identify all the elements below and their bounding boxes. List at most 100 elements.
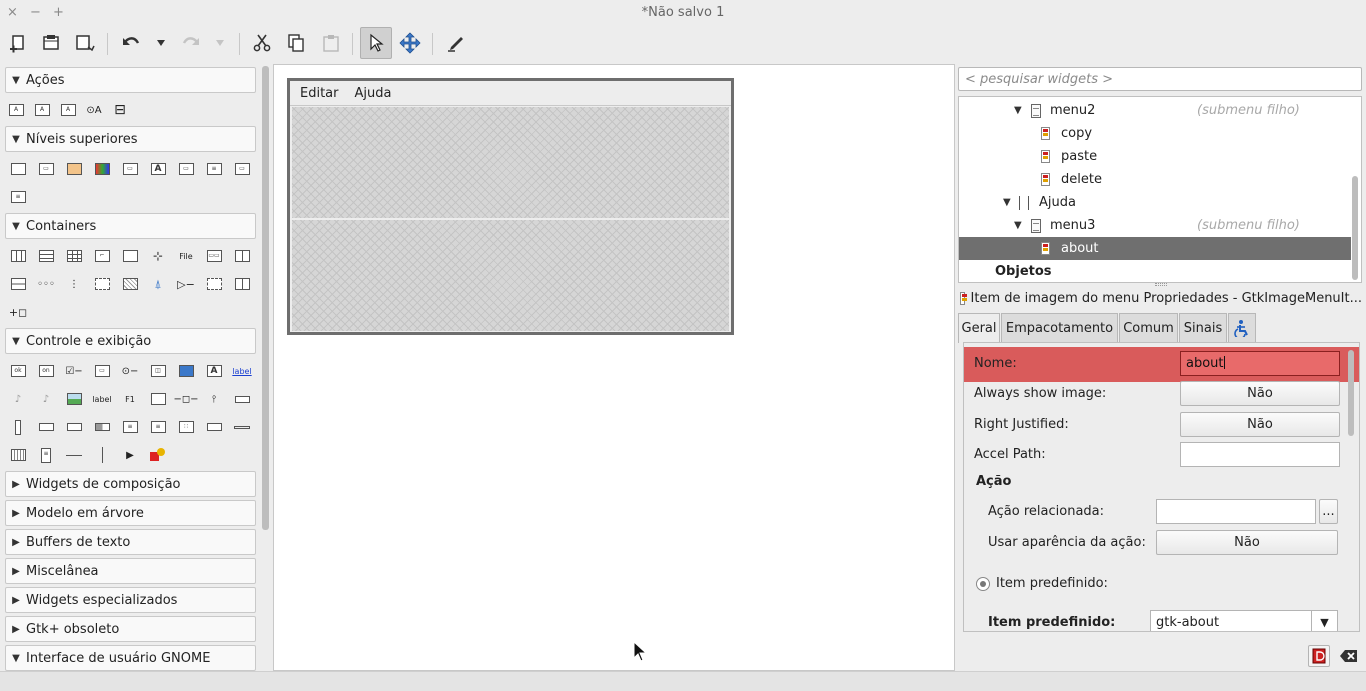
- volume-button-widget-icon[interactable]: ♪: [36, 389, 56, 409]
- toolbar-widget-icon[interactable]: ◦◦◦: [36, 274, 56, 294]
- tool-palette-widget-icon[interactable]: ⋮: [64, 274, 84, 294]
- menu-ajuda[interactable]: Ajuda: [355, 86, 392, 101]
- designed-window[interactable]: Editar Ajuda: [287, 78, 734, 335]
- undo-dropdown-icon[interactable]: [147, 27, 175, 59]
- tree-row-delete[interactable]: delete: [959, 168, 1351, 191]
- file-dialog-widget-icon[interactable]: ▭: [120, 159, 140, 179]
- text-view-widget-icon[interactable]: ≡: [120, 417, 140, 437]
- copy-icon[interactable]: [281, 27, 311, 59]
- tree-row-menu3[interactable]: ▼ menu3 (submenu filho): [959, 214, 1351, 237]
- palette-category-actions[interactable]: ▼ Ações: [5, 67, 256, 93]
- palette-category-text-buffers[interactable]: ▶ Buffers de texto: [5, 529, 256, 555]
- hscrollbar-widget-icon[interactable]: [232, 389, 252, 409]
- drawing-area-widget-icon[interactable]: [148, 445, 168, 465]
- tree-row-copy[interactable]: copy: [959, 122, 1351, 145]
- right-justified-toggle[interactable]: Não: [1180, 412, 1340, 437]
- pointer-icon[interactable]: [360, 27, 392, 59]
- color-button-widget-icon[interactable]: [176, 361, 196, 381]
- dock-button[interactable]: [1308, 645, 1330, 667]
- assistant-widget-icon[interactable]: ▭: [232, 159, 252, 179]
- tab-common[interactable]: Comum: [1119, 313, 1178, 342]
- edit-icon[interactable]: [441, 27, 471, 59]
- palette-category-control-display[interactable]: ▼ Controle e exibição: [5, 328, 256, 354]
- about-dialog-widget-icon[interactable]: [64, 159, 84, 179]
- palette-category-toplevels[interactable]: ▼ Níveis superiores: [5, 126, 256, 152]
- stock-item-combo[interactable]: gtk-about ▼: [1150, 610, 1338, 631]
- use-action-appearance-toggle[interactable]: Não: [1156, 530, 1338, 555]
- always-show-image-toggle[interactable]: Não: [1180, 381, 1340, 406]
- save-icon[interactable]: [70, 27, 100, 59]
- palette-category-misc[interactable]: ▶ Miscelânea: [5, 558, 256, 584]
- message-dialog-widget-icon[interactable]: ≡: [204, 159, 224, 179]
- clear-button[interactable]: [1337, 645, 1361, 667]
- font-dialog-widget-icon[interactable]: A: [148, 159, 168, 179]
- scale-button-widget-icon[interactable]: ♪: [8, 389, 28, 409]
- tab-signals[interactable]: Sinais: [1179, 313, 1227, 342]
- tree-row-about[interactable]: about: [959, 237, 1351, 260]
- recent-chooser-widget-icon[interactable]: ≡: [8, 187, 28, 207]
- font-button-widget-icon[interactable]: A: [204, 361, 224, 381]
- palette-scrollbar[interactable]: [262, 66, 269, 530]
- expanded-arrow-icon[interactable]: ▼: [1003, 197, 1011, 208]
- notebook-widget-icon[interactable]: ⌐: [92, 246, 112, 266]
- fixed-widget-icon[interactable]: ⊹: [148, 246, 168, 266]
- vseparator-widget-icon[interactable]: [92, 445, 112, 465]
- alignment-widget-icon[interactable]: [204, 274, 224, 294]
- palette-category-deprecated[interactable]: ▶ Gtk+ obsoleto: [5, 616, 256, 642]
- tree-scrollbar[interactable]: [1352, 176, 1358, 280]
- frame-widget-icon[interactable]: [120, 246, 140, 266]
- calendar-widget-icon[interactable]: [8, 445, 28, 465]
- vscrollbar-widget-icon[interactable]: [8, 417, 28, 437]
- hseparator-widget-icon[interactable]: [232, 417, 252, 437]
- palette-category-specialized[interactable]: ▶ Widgets especializados: [5, 587, 256, 613]
- vpaned-widget-icon[interactable]: [8, 274, 28, 294]
- combo-box-widget-icon[interactable]: [36, 417, 56, 437]
- button-widget-icon[interactable]: ok: [8, 361, 28, 381]
- chevron-down-icon[interactable]: ▼: [1311, 611, 1337, 631]
- related-action-field[interactable]: [1156, 499, 1316, 524]
- combo-box-text-widget-icon[interactable]: [64, 417, 84, 437]
- hpaned-widget-icon[interactable]: [232, 246, 252, 266]
- progress-bar-widget-icon[interactable]: [92, 417, 112, 437]
- pane-grip[interactable]: [1155, 283, 1167, 286]
- action-widget-icon[interactable]: A: [6, 100, 26, 120]
- spinner-widget-icon[interactable]: [204, 417, 224, 437]
- file-chooser-widget-icon[interactable]: File: [176, 246, 196, 266]
- layout-widget-icon[interactable]: [232, 274, 252, 294]
- hscale-widget-icon[interactable]: −◻−: [173, 389, 198, 409]
- tree-view-widget-icon[interactable]: ≡: [148, 417, 168, 437]
- action-group-icon[interactable]: ⊟: [110, 100, 130, 120]
- placeholder-slot[interactable]: [292, 107, 729, 218]
- palette-category-gnome-ui[interactable]: ▼ Interface de usuário GNOME: [5, 645, 256, 671]
- menu-editar[interactable]: Editar: [300, 86, 339, 101]
- vscale-widget-icon[interactable]: ⫯: [204, 389, 224, 409]
- tab-packing[interactable]: Empacotamento: [1001, 313, 1118, 342]
- accel-label-widget-icon[interactable]: F1: [120, 389, 140, 409]
- check-button-widget-icon[interactable]: ☑−: [64, 361, 84, 381]
- tab-accessibility[interactable]: [1228, 313, 1256, 342]
- button-box-widget-icon[interactable]: ▭▭: [204, 246, 224, 266]
- action-widget-icon[interactable]: A: [58, 100, 78, 120]
- entry-widget-icon[interactable]: [148, 389, 168, 409]
- link-button-widget-icon[interactable]: label: [232, 361, 252, 381]
- icon-view-widget-icon[interactable]: ∷: [176, 417, 196, 437]
- input-dialog-widget-icon[interactable]: ▭: [176, 159, 196, 179]
- palette-category-tree-model[interactable]: ▶ Modelo em árvore: [5, 500, 256, 526]
- arrow-widget-icon[interactable]: ▶: [120, 445, 140, 465]
- spin-button-widget-icon[interactable]: ▭: [92, 361, 112, 381]
- related-action-browse-button[interactable]: ...: [1319, 499, 1338, 524]
- cut-icon[interactable]: [247, 27, 277, 59]
- vbox-widget-icon[interactable]: [36, 246, 56, 266]
- open-icon[interactable]: [36, 27, 66, 59]
- table-widget-icon[interactable]: [64, 246, 84, 266]
- dialog-widget-icon[interactable]: ▭: [36, 159, 56, 179]
- event-box-widget-icon[interactable]: ⍋: [148, 274, 168, 294]
- scrolled-window-widget-icon[interactable]: [92, 274, 112, 294]
- radio-button-widget-icon[interactable]: ⊙−: [120, 361, 140, 381]
- tree-row-ajuda[interactable]: ▼ Ajuda: [959, 191, 1351, 214]
- tree-row-objects[interactable]: Objetos: [959, 260, 1351, 283]
- placeholder-slot[interactable]: [292, 220, 729, 331]
- tab-general[interactable]: Geral: [958, 313, 1000, 343]
- designed-menubar[interactable]: Editar Ajuda: [290, 81, 731, 106]
- viewport-widget-icon[interactable]: [120, 274, 140, 294]
